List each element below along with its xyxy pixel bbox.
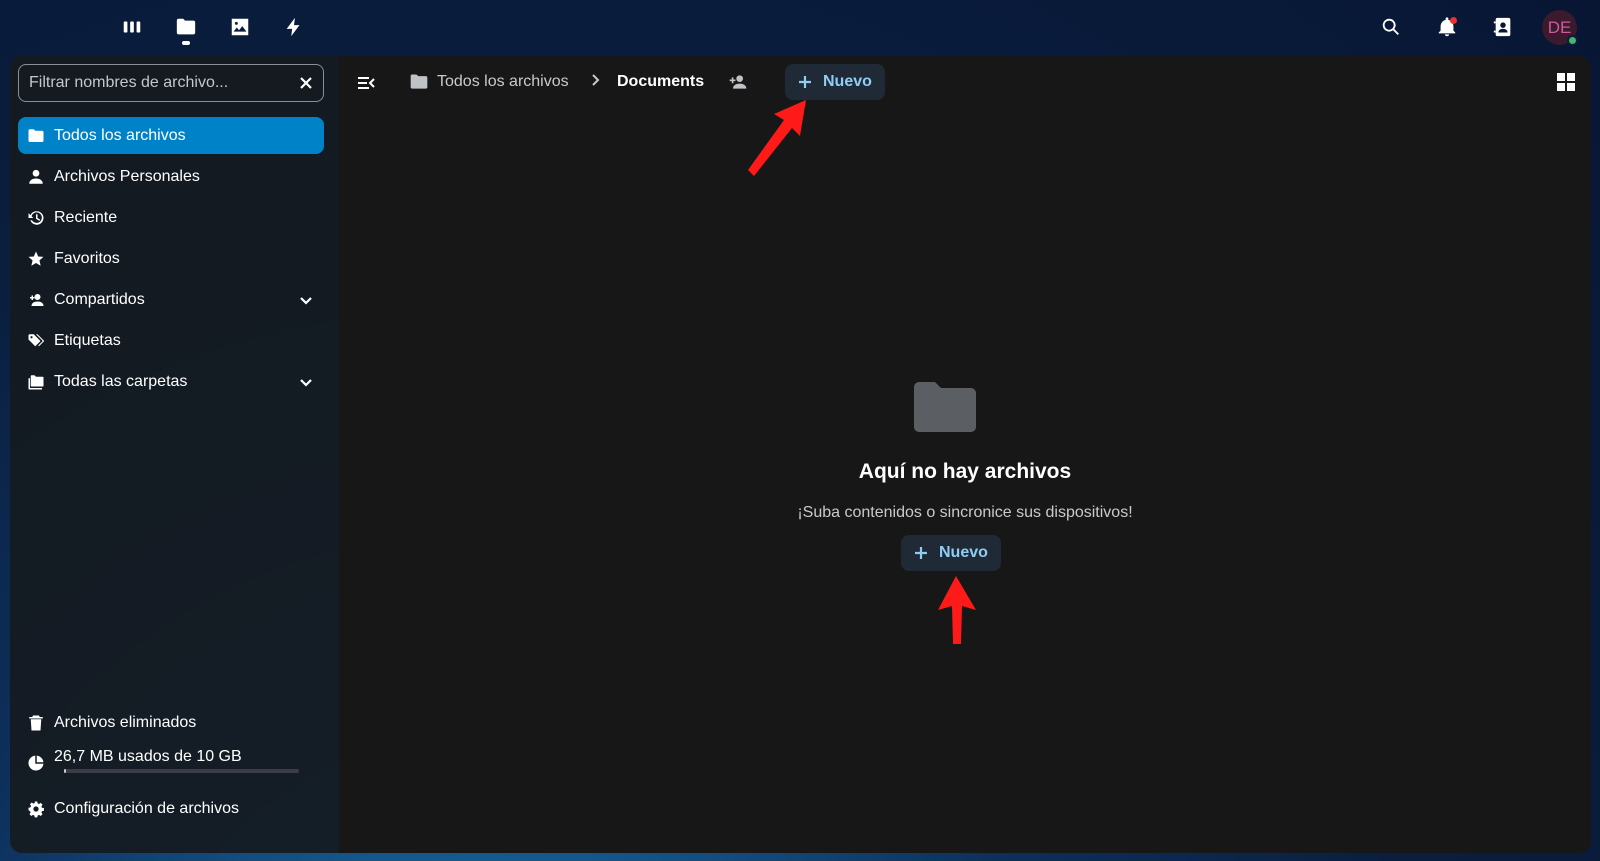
bolt-icon[interactable] <box>277 10 311 44</box>
sidebar-item-label: Compartidos <box>54 290 145 308</box>
breadcrumb-current-label: Documents <box>617 73 705 90</box>
share-icon <box>18 291 54 309</box>
breadcrumb-current[interactable]: Documents <box>617 65 704 99</box>
chevron-down-icon[interactable] <box>288 293 324 307</box>
sidebar-item-all-files[interactable]: Todos los archivos <box>18 117 324 154</box>
folder-icon <box>410 74 428 89</box>
grid-view-icon[interactable] <box>1549 65 1583 99</box>
dashboard-icon[interactable] <box>115 10 149 44</box>
top-bar: DE <box>0 0 1600 54</box>
sidebar-item-favorites[interactable]: Favoritos <box>18 240 324 277</box>
sidebar-item-recent[interactable]: Reciente <box>18 199 324 236</box>
tag-icon <box>18 332 54 350</box>
new-button-empty-state[interactable]: Nuevo <box>901 535 1001 571</box>
search-icon[interactable] <box>1374 10 1408 44</box>
clear-filter-icon[interactable] <box>289 66 323 100</box>
sidebar: Todos los archivos Archivos Personales R… <box>10 56 339 853</box>
new-button-label: Nuevo <box>939 544 988 561</box>
pie-chart-icon <box>18 754 54 772</box>
folder-icon <box>18 127 54 145</box>
files-app-window: Todos los archivos Archivos Personales R… <box>10 56 1591 853</box>
sidebar-item-files-settings[interactable]: Configuración de archivos <box>18 790 324 827</box>
empty-folder-icon <box>914 381 976 433</box>
new-button-header[interactable]: Nuevo <box>785 64 885 100</box>
chevron-down-icon[interactable] <box>288 375 324 389</box>
active-app-indicator <box>182 41 190 45</box>
filter-input[interactable] <box>19 65 289 101</box>
star-icon <box>18 250 54 268</box>
files-app-icon[interactable] <box>169 10 203 45</box>
sidebar-item-label: Todas las carpetas <box>54 372 188 390</box>
person-icon <box>18 168 54 186</box>
sidebar-item-label: Etiquetas <box>54 331 121 349</box>
sidebar-item-label: Configuración de archivos <box>54 799 239 817</box>
sidebar-item-label: Archivos Personales <box>54 167 200 185</box>
image-icon[interactable] <box>223 10 257 44</box>
toggle-navigation-icon[interactable] <box>347 64 385 102</box>
online-status-dot <box>1567 35 1578 46</box>
sidebar-item-label: Todos los archivos <box>54 126 186 144</box>
notification-badge <box>1450 17 1457 24</box>
sidebar-item-deleted-files[interactable]: Archivos eliminados <box>18 704 324 741</box>
trash-icon <box>18 714 54 732</box>
contacts-icon[interactable] <box>1486 10 1520 44</box>
sidebar-item-personal-files[interactable]: Archivos Personales <box>18 158 324 195</box>
avatar[interactable]: DE <box>1542 10 1578 46</box>
empty-state-subtitle: ¡Suba contenidos o sincronice sus dispos… <box>797 504 1133 521</box>
filter-field <box>18 64 324 102</box>
chevron-right-icon <box>588 73 606 91</box>
main-content: Todos los archivos Documents Nuevo Aquí … <box>339 56 1591 853</box>
sidebar-item-label: Reciente <box>54 208 118 226</box>
quota-label: 26,7 MB usados de 10 GB <box>54 748 242 765</box>
history-icon <box>18 209 54 227</box>
breadcrumb-root-label: Todos los archivos <box>437 73 569 90</box>
sidebar-item-tags[interactable]: Etiquetas <box>18 322 324 359</box>
sidebar-item-all-folders[interactable]: Todas las carpetas <box>18 363 324 400</box>
new-button-label: Nuevo <box>823 73 872 90</box>
quota-progress-fill <box>64 769 67 773</box>
gear-icon <box>18 800 54 818</box>
plus-icon <box>799 76 811 88</box>
avatar-initials: DE <box>1547 17 1572 37</box>
breadcrumb-root[interactable]: Todos los archivos <box>409 65 569 99</box>
quota-progress-bar <box>64 769 299 773</box>
plus-icon <box>915 547 927 559</box>
folders-icon <box>18 373 54 391</box>
empty-state-title: Aquí no hay archivos <box>858 460 1072 483</box>
sidebar-item-shared[interactable]: Compartidos <box>18 281 324 318</box>
quota-info: 26,7 MB usados de 10 GB <box>18 744 324 781</box>
share-folder-icon[interactable] <box>721 65 755 99</box>
sidebar-item-label: Archivos eliminados <box>54 713 197 731</box>
bell-icon[interactable] <box>1430 10 1464 44</box>
sidebar-item-label: Favoritos <box>54 249 120 267</box>
